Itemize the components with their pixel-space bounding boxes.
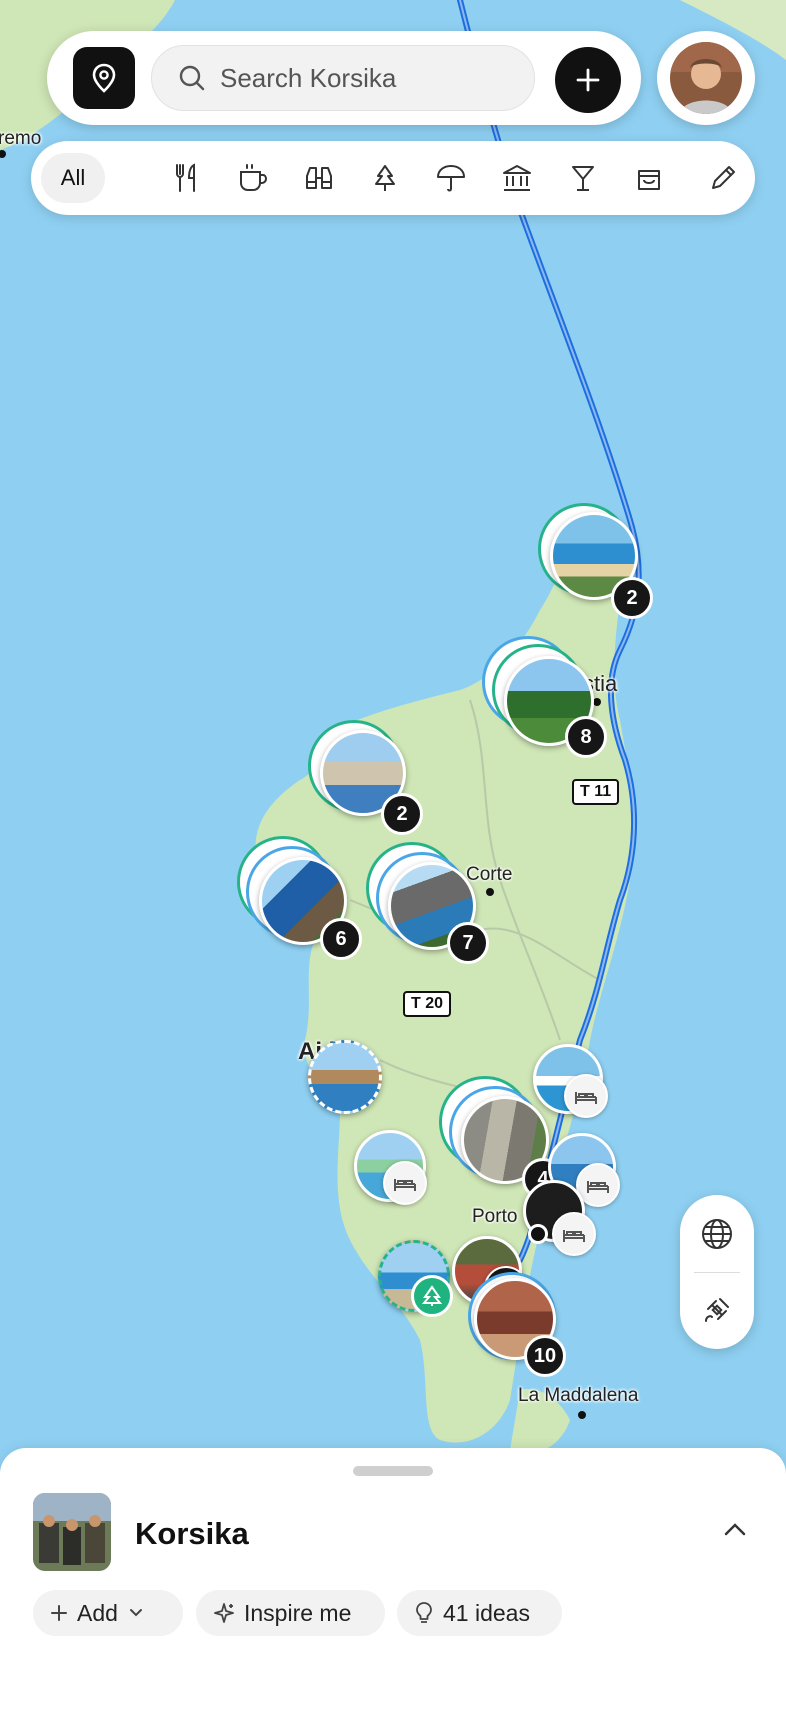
map[interactable]: remo stia Corte Aj io Porto La Maddalena… bbox=[0, 0, 786, 1470]
satellite-icon bbox=[705, 1298, 729, 1322]
trip-bottom-sheet: Korsika Add Inspire me 41 ideas bbox=[0, 1448, 786, 1709]
coffee-icon bbox=[240, 164, 268, 191]
cluster-count: 2 bbox=[381, 793, 423, 835]
map-dot bbox=[578, 1411, 586, 1419]
add-button[interactable] bbox=[555, 47, 621, 113]
cluster-count: 6 bbox=[320, 918, 362, 960]
avatar bbox=[670, 42, 742, 114]
map-controls bbox=[680, 1195, 754, 1349]
lightbulb-icon bbox=[416, 1602, 432, 1623]
category-restaurant[interactable] bbox=[155, 153, 219, 203]
map-label-porto-vecchio: Porto bbox=[472, 1206, 518, 1227]
plus-icon bbox=[51, 1605, 67, 1621]
binoculars-icon bbox=[306, 167, 332, 189]
map-dot bbox=[486, 888, 494, 896]
location-pin-icon bbox=[92, 63, 116, 93]
cluster-count: 8 bbox=[565, 716, 607, 758]
search-placeholder: Search Korsika bbox=[220, 62, 397, 93]
chevron-down-icon bbox=[129, 1609, 142, 1617]
category-beach[interactable] bbox=[419, 153, 483, 203]
category-sights[interactable] bbox=[287, 153, 351, 203]
chevron-up-icon bbox=[724, 1523, 746, 1536]
shopping-bag-icon bbox=[638, 170, 660, 190]
category-nature[interactable] bbox=[353, 153, 417, 203]
category-all[interactable]: All bbox=[41, 153, 105, 203]
cluster-count: 10 bbox=[524, 1335, 566, 1377]
globe-icon bbox=[702, 1219, 732, 1249]
cocktail-icon bbox=[572, 166, 594, 191]
globe-button[interactable] bbox=[698, 1215, 736, 1258]
map-dot bbox=[528, 1224, 548, 1244]
sparkle-icon bbox=[214, 1603, 234, 1623]
trip-thumbnail bbox=[33, 1493, 111, 1571]
map-dot bbox=[593, 698, 601, 706]
tree-icon bbox=[375, 165, 395, 191]
location-button[interactable] bbox=[73, 47, 135, 109]
restaurant-icon bbox=[176, 163, 195, 192]
category-filter-bar: All bbox=[31, 141, 755, 215]
ideas-label: 41 ideas bbox=[443, 1599, 530, 1626]
map-label-la-maddalena: La Maddalena bbox=[518, 1385, 639, 1406]
satellite-button[interactable] bbox=[698, 1291, 736, 1334]
trip-title: Korsika bbox=[135, 1516, 249, 1551]
search-icon bbox=[179, 65, 205, 91]
category-shopping[interactable] bbox=[617, 153, 681, 203]
inspire-label: Inspire me bbox=[244, 1599, 352, 1626]
road-sign-t20: T 20 bbox=[403, 991, 452, 1017]
map-label-remo: remo bbox=[0, 128, 42, 149]
add-label: Add bbox=[77, 1599, 118, 1626]
inspire-me-button[interactable]: Inspire me bbox=[196, 1590, 385, 1636]
cluster-count: 2 bbox=[611, 577, 653, 619]
sheet-drag-handle[interactable] bbox=[353, 1466, 433, 1476]
umbrella-icon bbox=[437, 165, 465, 192]
map-place-photo[interactable] bbox=[308, 1040, 382, 1114]
category-bars[interactable] bbox=[551, 153, 615, 203]
map-label-corte: Corte bbox=[466, 864, 513, 885]
pencil-icon bbox=[712, 166, 735, 189]
collapse-button[interactable] bbox=[722, 1520, 748, 1543]
category-cafe[interactable] bbox=[221, 153, 285, 203]
add-dropdown-button[interactable]: Add bbox=[33, 1590, 183, 1636]
road-sign-t11: T 11 bbox=[572, 779, 620, 805]
ideas-button[interactable]: 41 ideas bbox=[397, 1590, 562, 1636]
cluster-count: 7 bbox=[447, 922, 489, 964]
edit-categories-button[interactable] bbox=[691, 153, 755, 203]
museum-icon bbox=[503, 165, 531, 191]
profile-button[interactable] bbox=[657, 31, 755, 125]
category-museum[interactable] bbox=[485, 153, 549, 203]
search-input[interactable]: Search Korsika bbox=[151, 45, 535, 111]
top-search-bar: Search Korsika bbox=[47, 31, 641, 125]
plus-icon bbox=[576, 68, 600, 92]
